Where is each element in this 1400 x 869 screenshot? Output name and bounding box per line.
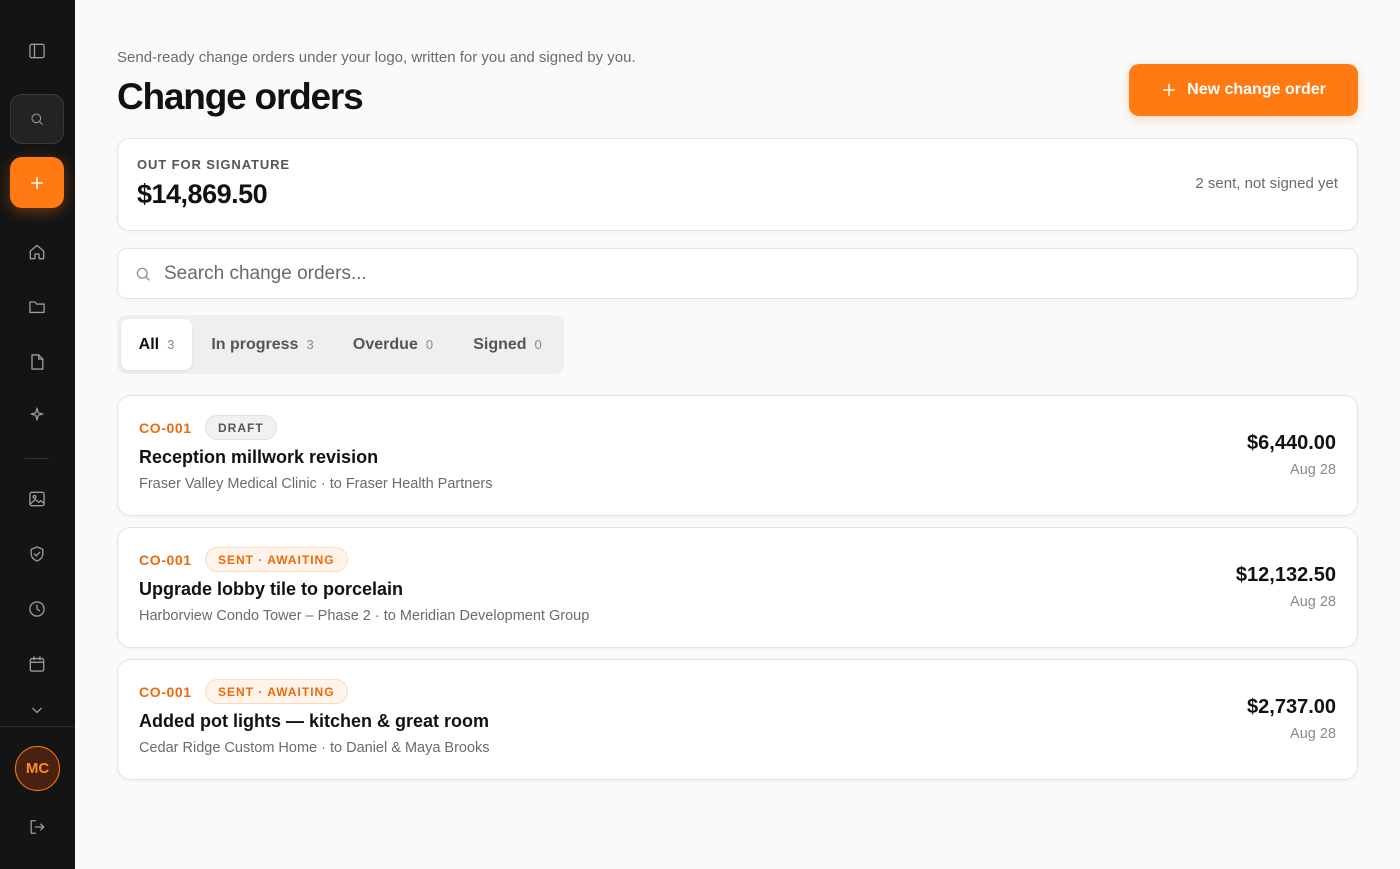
change-order-id: CO-001 <box>139 420 192 436</box>
logout-button[interactable] <box>10 802 64 852</box>
calendar-icon <box>29 656 45 672</box>
sidebar-item-documents[interactable] <box>10 337 64 387</box>
sidebar-search-button[interactable] <box>10 94 64 144</box>
sidebar-item-history[interactable] <box>10 584 64 634</box>
sidebar-item-warranty[interactable] <box>10 529 64 579</box>
change-order-id: CO-001 <box>139 684 192 700</box>
tab-count: 0 <box>425 337 434 352</box>
change-order-subtitle: Harborview Condo Tower – Phase 2 · to Me… <box>139 608 590 624</box>
sidebar-panel-icon <box>29 43 45 59</box>
status-badge: DRAFT <box>205 415 277 440</box>
search-input[interactable] <box>164 249 1344 298</box>
change-order-card[interactable]: CO-001 SENT · AWAITING Upgrade lobby til… <box>117 527 1358 648</box>
filter-tabs: All 3 In progress 3 Overdue 0 Signed 0 <box>117 315 564 374</box>
sparkle-icon <box>30 407 44 421</box>
plus-icon <box>1163 83 1176 97</box>
new-change-order-button[interactable]: New change order <box>1129 64 1358 116</box>
tab-label: All <box>138 335 160 353</box>
summary-note: 2 sent, not signed yet <box>1195 175 1338 192</box>
status-badge: SENT · AWAITING <box>205 547 348 572</box>
search-icon <box>136 267 150 281</box>
sidebar-toggle-button[interactable] <box>10 26 64 76</box>
tab-count: 3 <box>167 337 175 352</box>
sidebar-item-home[interactable] <box>10 227 64 277</box>
search-bar <box>117 248 1358 299</box>
sidebar-item-ai[interactable] <box>10 389 64 439</box>
change-order-date: Aug 28 <box>1290 726 1336 742</box>
tab-in-progress[interactable]: In progress 3 <box>197 319 328 370</box>
change-order-title: Upgrade lobby tile to porcelain <box>139 579 404 599</box>
summary-amount: $14,869.50 <box>137 179 268 209</box>
sidebar-create-button[interactable] <box>10 157 64 208</box>
change-order-card[interactable]: CO-001 DRAFT Reception millwork revision… <box>117 395 1358 516</box>
plus-icon <box>31 176 43 189</box>
folder-icon <box>29 301 45 314</box>
sidebar: MC <box>0 0 75 869</box>
tab-label: Signed <box>473 335 527 353</box>
status-badge: SENT · AWAITING <box>205 679 348 704</box>
tab-count: 3 <box>306 337 314 352</box>
change-order-title: Added pot lights — kitchen & great room <box>139 711 490 731</box>
search-icon <box>31 113 43 125</box>
page-title: Change orders <box>117 76 364 117</box>
sidebar-bottom-divider <box>0 726 75 727</box>
change-order-amount: $6,440.00 <box>1247 432 1336 454</box>
change-order-amount: $2,737.00 <box>1247 696 1336 718</box>
change-order-subtitle: Cedar Ridge Custom Home · to Daniel & Ma… <box>139 740 490 756</box>
sidebar-item-projects[interactable] <box>10 282 64 332</box>
tab-label: Overdue <box>352 335 418 353</box>
sidebar-more-button[interactable] <box>10 685 64 735</box>
sidebar-item-calendar[interactable] <box>10 639 64 689</box>
tab-all[interactable]: All 3 <box>121 319 192 370</box>
change-order-date: Aug 28 <box>1290 462 1336 478</box>
sidebar-divider <box>25 458 49 459</box>
page-subtitle: Send-ready change orders under your logo… <box>117 49 636 66</box>
change-order-amount: $12,132.50 <box>1235 564 1336 586</box>
change-order-id: CO-001 <box>139 552 192 568</box>
tab-count: 0 <box>534 337 542 352</box>
shield-check-icon <box>30 546 44 562</box>
home-icon <box>29 244 45 260</box>
new-change-order-label: New change order <box>1187 81 1326 98</box>
change-order-date: Aug 28 <box>1290 594 1336 610</box>
image-icon <box>29 491 45 507</box>
signature-summary-card: OUT FOR SIGNATURE $14,869.50 2 sent, not… <box>117 138 1358 231</box>
change-order-title: Reception millwork revision <box>139 447 379 467</box>
tab-label: In progress <box>211 335 299 353</box>
logout-icon <box>30 820 45 834</box>
file-icon <box>31 354 44 370</box>
summary-label: OUT FOR SIGNATURE <box>137 157 290 172</box>
avatar[interactable]: MC <box>15 746 60 791</box>
change-order-subtitle: Fraser Valley Medical Clinic · to Fraser… <box>139 476 493 492</box>
tab-overdue[interactable]: Overdue 0 <box>335 319 451 370</box>
clock-icon <box>29 601 45 617</box>
tab-signed[interactable]: Signed 0 <box>455 319 560 370</box>
chevron-down-icon <box>32 707 42 714</box>
sidebar-item-photos[interactable] <box>10 474 64 524</box>
change-order-card[interactable]: CO-001 SENT · AWAITING Added pot lights … <box>117 659 1358 780</box>
